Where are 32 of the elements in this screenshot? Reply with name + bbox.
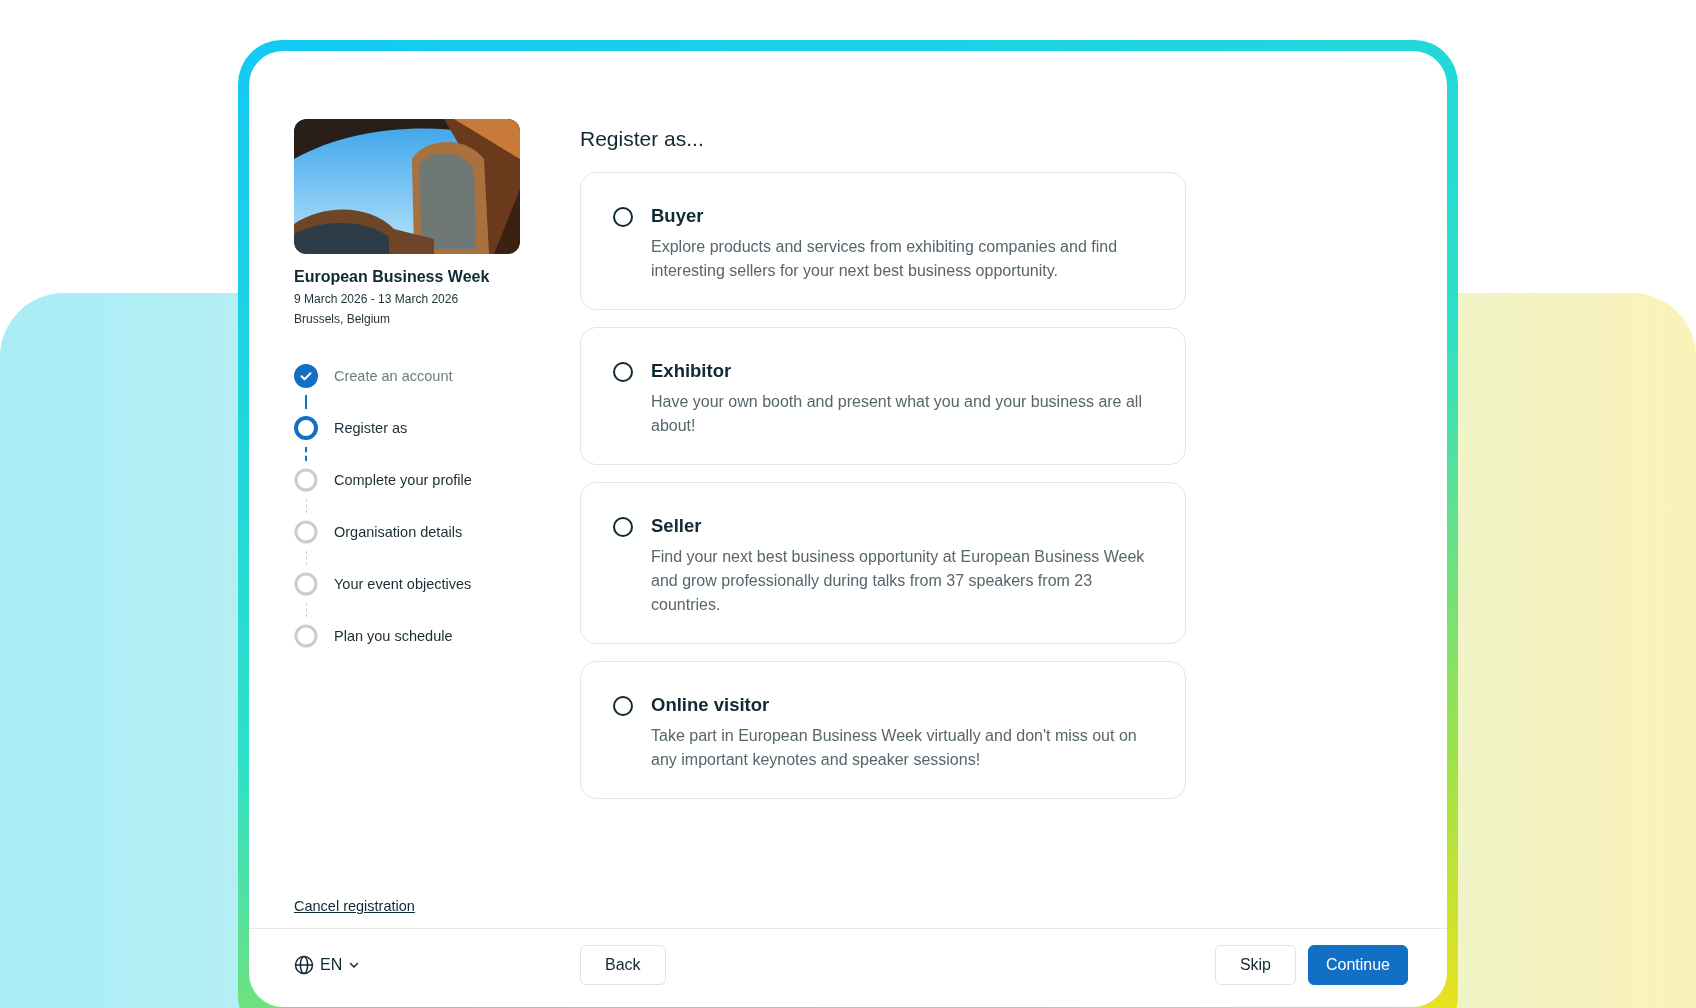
option-description: Take part in European Business Week virtually and don't miss out on any important keynotes and speaker sessions!	[651, 726, 1138, 770]
back-button[interactable]: Back	[580, 945, 666, 985]
radio-button[interactable]	[613, 517, 633, 537]
option-card[interactable]: Buyer Explore products and services from exhibiting companies and find interesting sellers for your next best business opportunity.	[580, 172, 1186, 310]
event-location: Brussels, Belgium	[294, 312, 392, 326]
option-title: Online visitor	[651, 694, 771, 716]
step-label: Register as	[334, 420, 408, 436]
event-name: European Business Week	[294, 268, 491, 286]
option-card[interactable]: Online visitor Take part in European Business Week virtually and don't miss out on any important keynotes and speaker sessions!	[580, 661, 1186, 799]
option-description: Have your own booth and present what you and your business are all about!	[651, 392, 1143, 436]
radio-button[interactable]	[613, 362, 633, 382]
step-label: Your event objectives	[334, 576, 472, 592]
globe-icon	[294, 955, 314, 975]
option-description: Find your next best business opportunity at European Business Week and grow professionally during talks from 37 speakers from 23 countries.	[651, 547, 1146, 615]
option-title: Seller	[651, 515, 703, 537]
radio-button[interactable]	[613, 696, 633, 716]
step-label: Create an account	[334, 368, 453, 384]
skip-button[interactable]: Skip	[1214, 945, 1296, 985]
option-description: Explore products and services from exhibiting companies and find interesting sellers for your next best business opportunity.	[651, 237, 1119, 281]
language-selector[interactable]: EN	[294, 955, 580, 975]
option-card[interactable]: Seller Find your next best business opportunity at European Business Week and grow professionally during talks from 37 speakers from 23 countries.	[580, 482, 1186, 644]
radio-button[interactable]	[613, 207, 633, 227]
step-label: Organisation details	[334, 524, 463, 540]
step-label: Complete your profile	[334, 472, 472, 488]
event-dates: 9 March 2026 - 13 March 2026	[294, 292, 460, 306]
option-card[interactable]: Exhibitor Have your own booth and present what you and your business are all about!	[580, 327, 1186, 465]
continue-button[interactable]: Continue	[1308, 945, 1408, 985]
cancel-link[interactable]: Cancel registration	[294, 898, 415, 914]
option-title: Buyer	[651, 205, 705, 227]
step-label: Plan you schedule	[334, 628, 453, 644]
page-heading: Register as...	[580, 127, 705, 151]
option-title: Exhibitor	[651, 360, 733, 382]
